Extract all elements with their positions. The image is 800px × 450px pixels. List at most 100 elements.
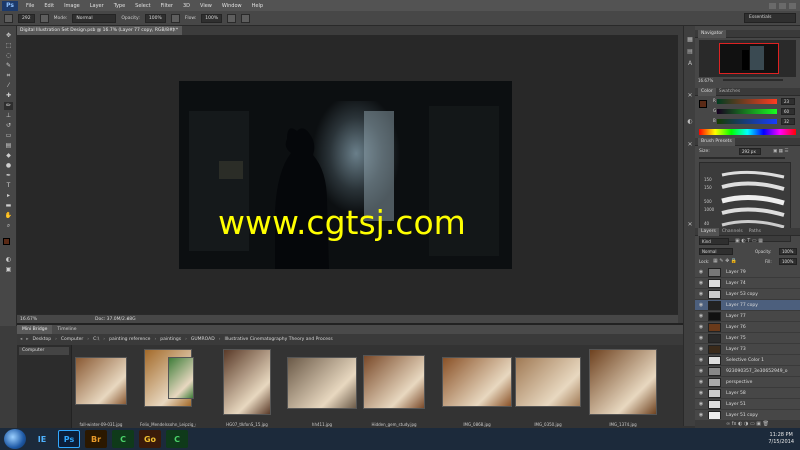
layer-name[interactable]: Layer 51 copy (726, 410, 758, 419)
layer-thumbnail[interactable] (708, 268, 721, 277)
g-value[interactable]: 60 (781, 108, 795, 115)
screen-mode-icon[interactable]: ▣ (4, 266, 13, 274)
thumbnail-image[interactable] (75, 357, 127, 405)
layer-row[interactable]: ◉ perspective (695, 377, 800, 388)
eyedropper-tool-icon[interactable]: ⁄ (4, 82, 13, 90)
layer-row[interactable]: ◉ Selective Color 1 (695, 355, 800, 366)
layer-row[interactable]: ◉ Layer 53 copy (695, 289, 800, 300)
eye-icon[interactable]: ◉ (698, 379, 704, 385)
brush-tool-icon[interactable]: ✏ (4, 102, 13, 110)
navigator-zoom-slider[interactable] (723, 79, 783, 81)
layer-name[interactable]: Layer 74 (726, 278, 746, 289)
thumbnail-image[interactable] (515, 357, 581, 407)
r-value[interactable]: 23 (781, 98, 795, 105)
menu-image[interactable]: Image (59, 3, 85, 9)
layer-thumbnail[interactable] (708, 400, 721, 409)
back-arrow-icon[interactable]: ◂ (20, 337, 22, 342)
b-slider[interactable] (717, 119, 777, 124)
thumbnail-image[interactable] (287, 357, 357, 409)
chrome-taskbar-icon[interactable]: Go (139, 430, 161, 448)
minimize-button[interactable] (769, 2, 776, 9)
layer-row[interactable]: ◉ Layer 74 (695, 278, 800, 289)
tab-mini-bridge[interactable]: Mini Bridge (17, 325, 53, 334)
layer-thumbnail[interactable] (708, 378, 721, 387)
layer-row[interactable]: ◉ Layer 77 (695, 311, 800, 322)
breadcrumb-computer[interactable]: Computer (61, 337, 83, 342)
thumbnail-image[interactable] (223, 349, 271, 415)
layer-name[interactable]: Selective Color 1 (726, 355, 764, 366)
navigator-zoom[interactable]: 16.67% (698, 78, 713, 83)
internet-explorer-icon[interactable]: IE (31, 430, 53, 448)
collapse-icon[interactable]: ✕ (686, 92, 694, 99)
menu-select[interactable]: Select (130, 3, 155, 9)
system-clock[interactable]: 11:28 PM 7/15/2014 (768, 432, 794, 446)
foreground-color-swatch[interactable] (3, 238, 10, 245)
layer-footer-icons[interactable]: ∞ fx ◐ ◑ ▭ ▣ 🗑 (695, 420, 800, 428)
layer-name[interactable]: 923090357_3e30652949_o (726, 366, 788, 377)
tab-channels[interactable]: Channels (719, 229, 746, 234)
layer-name[interactable]: Layer 77 copy (726, 300, 758, 311)
breadcrumb-c-drive[interactable]: C:\ (93, 337, 99, 342)
thumbnail-item[interactable]: Hidden_gem_study.jpg (363, 347, 425, 427)
layer-name[interactable]: perspective (726, 377, 752, 388)
layer-thumbnail[interactable] (708, 389, 721, 398)
brush-panel-toggle-icon[interactable] (39, 13, 49, 23)
brush-preset-size[interactable]: 1000 (704, 207, 716, 212)
maximize-button[interactable] (779, 2, 786, 9)
b-value[interactable]: 32 (781, 118, 795, 125)
eye-icon[interactable]: ◉ (698, 291, 704, 297)
menu-window[interactable]: Window (217, 3, 247, 9)
color-fg-swatch[interactable] (699, 100, 707, 108)
lock-icons[interactable]: ▦ ✎ ✥ 🔒 (713, 258, 737, 264)
workspace-select[interactable]: Essentials (744, 13, 796, 23)
layer-thumbnail[interactable] (708, 312, 721, 321)
pressure-opacity-icon[interactable] (170, 13, 180, 23)
eye-icon[interactable]: ◉ (698, 401, 704, 407)
layer-thumbnail[interactable] (708, 334, 721, 343)
layer-filter-icons[interactable]: ▣ ◐ T ▭ ▦ (735, 238, 763, 244)
history-brush-tool-icon[interactable]: ↺ (4, 122, 13, 130)
quick-select-tool-icon[interactable]: ✎ (4, 62, 13, 70)
move-tool-icon[interactable]: ✥ (4, 32, 13, 40)
brush-preset-size[interactable]: 40 (704, 221, 716, 226)
hand-tool-icon[interactable]: ✋ (4, 212, 13, 220)
thumbnail-image[interactable] (442, 357, 512, 407)
tab-timeline[interactable]: Timeline (52, 325, 81, 334)
eye-icon[interactable]: ◉ (698, 302, 704, 308)
layer-opacity-field[interactable]: 100% (779, 248, 797, 255)
layer-thumbnail[interactable] (708, 356, 721, 365)
layer-thumbnail[interactable] (708, 323, 721, 332)
document-tab-close-icon[interactable]: × (170, 26, 178, 35)
layer-name[interactable]: Layer 58 (726, 388, 746, 399)
history-icon[interactable]: ▦ (686, 36, 694, 43)
navigator-view-box[interactable] (719, 43, 779, 74)
brush-preset-size[interactable]: 150 (704, 185, 716, 190)
tab-color[interactable]: Color (698, 88, 716, 96)
eye-icon[interactable]: ◉ (698, 280, 704, 286)
thumbnail-item[interactable]: IMG_1374.jpg (589, 347, 657, 427)
breadcrumb-gumroad[interactable]: GUMROAD (191, 337, 215, 342)
layer-row[interactable]: ◉ Layer 73 (695, 344, 800, 355)
flow-field[interactable]: 100% (201, 13, 223, 23)
thumbnail-item[interactable] (168, 347, 194, 427)
shape-tool-icon[interactable]: ▬ (4, 202, 13, 210)
blur-tool-icon[interactable]: ◆ (4, 152, 13, 160)
brush-size-slider[interactable] (699, 157, 785, 159)
breadcrumb-painting-reference[interactable]: painting reference (109, 337, 150, 342)
brush-tool-icon[interactable] (4, 13, 13, 23)
layer-row[interactable]: ◉ Layer 58 (695, 388, 800, 399)
r-slider[interactable] (717, 99, 777, 104)
layer-blend-mode[interactable]: Normal (699, 248, 733, 255)
tab-swatches[interactable]: Swatches (716, 89, 744, 94)
layer-name[interactable]: Layer 53 copy (726, 289, 758, 300)
crop-tool-icon[interactable]: ⌗ (4, 72, 13, 80)
tab-brush-presets[interactable]: Brush Presets (698, 138, 735, 146)
close-button[interactable] (789, 2, 796, 9)
brush-preset-size[interactable]: 500 (704, 199, 716, 204)
layer-thumbnail[interactable] (708, 345, 721, 354)
layer-thumbnail[interactable] (708, 367, 721, 376)
quick-mask-icon[interactable]: ◐ (4, 256, 13, 264)
menu-help[interactable]: Help (247, 3, 268, 9)
layer-fill-field[interactable]: 100% (779, 258, 797, 265)
path-select-tool-icon[interactable]: ▸ (4, 192, 13, 200)
